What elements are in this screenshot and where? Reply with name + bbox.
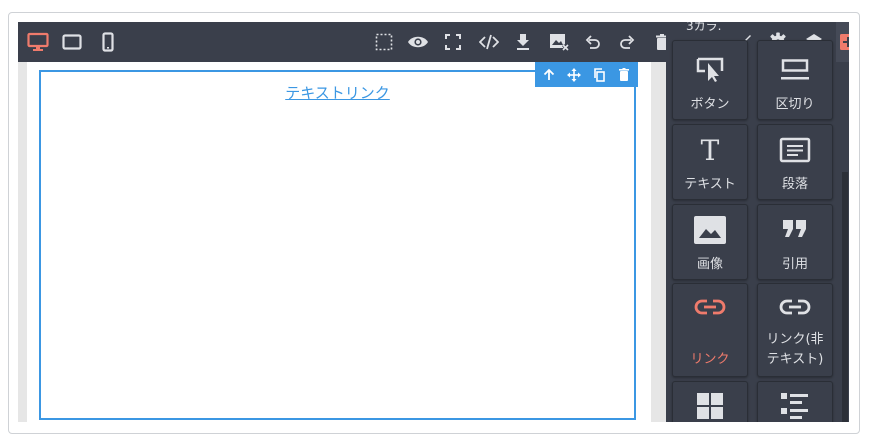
desktop-icon[interactable] xyxy=(26,22,50,62)
panel-category-title: 3カラ. xyxy=(686,22,722,33)
block-quote[interactable]: 引用 xyxy=(757,204,833,280)
block-label: テキスト xyxy=(684,177,736,192)
paragraph-icon xyxy=(758,137,832,163)
block-grid[interactable] xyxy=(672,381,748,422)
block-label-line1: リンク(非 xyxy=(766,332,824,347)
block-image[interactable]: 画像 xyxy=(672,204,748,280)
selected-element[interactable]: テキストリンク xyxy=(39,70,636,420)
link-block-icon xyxy=(758,298,832,316)
block-link[interactable]: リンク xyxy=(672,283,748,377)
svg-text:T: T xyxy=(701,135,720,165)
download-icon[interactable] xyxy=(514,22,532,62)
copy-icon[interactable] xyxy=(588,64,610,86)
block-label: 段落 xyxy=(781,177,808,192)
text-icon: T xyxy=(673,135,747,165)
block-label: 引用 xyxy=(781,257,808,272)
divider-icon xyxy=(758,59,832,83)
eye-icon[interactable] xyxy=(407,22,429,62)
select-region-icon[interactable] xyxy=(374,22,394,62)
image-icon xyxy=(673,215,747,245)
element-toolbar xyxy=(535,62,638,87)
move-icon[interactable] xyxy=(563,64,585,86)
panel-scrollbar-thumb[interactable] xyxy=(842,172,848,422)
block-label-line2: テキスト) xyxy=(766,352,824,367)
block-link-nontext[interactable]: リンク(非 テキスト) xyxy=(757,283,833,377)
code-icon[interactable] xyxy=(478,22,500,62)
trash-icon[interactable] xyxy=(613,64,635,86)
quote-icon xyxy=(758,219,832,239)
blocks-icon[interactable] xyxy=(836,22,849,62)
block-label: ボタン xyxy=(690,97,730,112)
link-icon xyxy=(673,298,747,316)
tablet-icon[interactable] xyxy=(61,22,83,62)
block-label: 画像 xyxy=(696,257,723,272)
button-icon xyxy=(673,55,747,83)
remove-image-icon[interactable] xyxy=(548,22,570,62)
block-list[interactable] xyxy=(757,381,833,422)
block-button[interactable]: ボタン xyxy=(672,40,748,120)
block-divider[interactable]: 区切り xyxy=(757,40,833,120)
block-text[interactable]: T テキスト xyxy=(672,124,748,200)
mobile-icon[interactable] xyxy=(100,22,116,62)
block-label: リンク xyxy=(690,352,730,367)
undo-icon[interactable] xyxy=(584,22,602,62)
arrow-up-icon[interactable] xyxy=(538,64,560,86)
redo-icon[interactable] xyxy=(618,22,636,62)
grid-icon xyxy=(673,392,747,420)
block-paragraph[interactable]: 段落 xyxy=(757,124,833,200)
blocks-panel: 3カラ. ボタン 区切り T テキスト 段落 画像 引用 リンク リンク(非 テ… xyxy=(666,22,849,422)
block-label: 区切り xyxy=(775,97,815,112)
list-icon xyxy=(758,392,832,420)
fullscreen-icon[interactable] xyxy=(444,22,462,62)
